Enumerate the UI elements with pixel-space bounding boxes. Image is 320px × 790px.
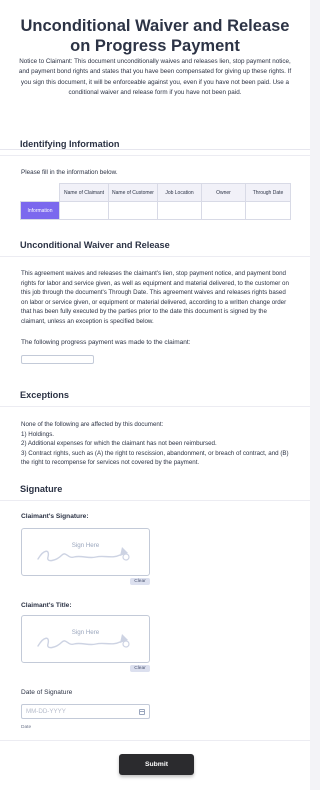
column-header: Name of Claimant <box>59 183 109 202</box>
identifying-table: Name of Claimant Name of Customer Job Lo… <box>20 183 291 220</box>
payment-label: The following progress payment was made … <box>21 339 191 346</box>
date-placeholder: MM-DD-YYYY <box>26 708 66 715</box>
claimant-title-pad[interactable]: Sign Here <box>21 615 150 663</box>
through-date-cell[interactable] <box>245 201 291 220</box>
form-header: Unconditional Waiver and Release on Prog… <box>0 0 310 150</box>
section-divider <box>0 500 310 501</box>
owner-cell[interactable] <box>201 201 246 220</box>
date-input[interactable]: MM-DD-YYYY <box>21 704 150 719</box>
payment-input[interactable] <box>21 355 94 364</box>
calendar-icon[interactable] <box>139 709 145 715</box>
clear-signature-button[interactable]: Clear <box>130 578 150 585</box>
claimant-title-label: Claimant's Title: <box>21 602 72 609</box>
identifying-heading: Identifying Information <box>20 139 120 149</box>
form-title: Unconditional Waiver and Release on Prog… <box>20 17 290 55</box>
date-sublabel: Date <box>21 725 32 730</box>
claimant-signature-label: Claimant's Signature: <box>21 513 89 520</box>
notice-text: Notice to Claimant: This document uncond… <box>18 58 292 96</box>
signature-heading: Signature <box>20 484 63 494</box>
signature-scribble-icon <box>37 634 130 649</box>
form-card: Unconditional Waiver and Release on Prog… <box>0 0 310 790</box>
row-header: Information <box>20 201 60 220</box>
customer-name-cell[interactable] <box>108 201 158 220</box>
exception-item: 1) Holdings. <box>21 430 55 438</box>
column-header: Through Date <box>245 183 291 202</box>
exception-item: 3) Contract rights, such as (A) the righ… <box>21 449 289 467</box>
form-footer: Submit <box>0 740 310 790</box>
identifying-instruction: Please fill in the information below. <box>21 169 118 176</box>
section-divider <box>0 155 310 156</box>
exceptions-heading: Exceptions <box>20 390 70 400</box>
waiver-body: This agreement waives and releases the c… <box>21 270 289 325</box>
submit-button[interactable]: Submit <box>119 754 194 775</box>
section-divider <box>0 406 310 407</box>
section-divider <box>0 256 310 257</box>
column-header: Name of Customer <box>108 183 158 202</box>
signature-scribble-icon <box>37 547 130 562</box>
exception-item: 2) Additional expenses for which the cla… <box>21 440 217 448</box>
column-header: Owner <box>201 183 246 202</box>
claimant-signature-pad[interactable]: Sign Here <box>21 528 150 576</box>
exceptions-list: None of the following are affected by th… <box>21 420 291 468</box>
exceptions-intro: None of the following are affected by th… <box>21 421 164 428</box>
claimant-name-cell[interactable] <box>59 201 109 220</box>
clear-title-button[interactable]: Clear <box>130 665 150 672</box>
date-label: Date of Signature <box>21 689 73 696</box>
column-header: Job Location <box>157 183 202 202</box>
job-location-cell[interactable] <box>157 201 202 220</box>
waiver-heading: Unconditional Waiver and Release <box>20 240 170 250</box>
table-corner <box>20 183 60 202</box>
